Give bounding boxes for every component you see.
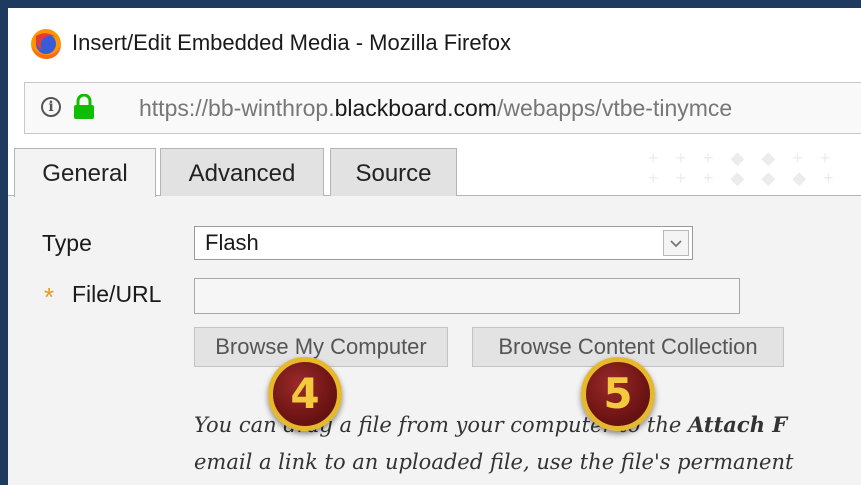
required-star-icon: *	[44, 282, 55, 312]
title-bar: Insert/Edit Embedded Media - Mozilla Fir…	[8, 8, 861, 76]
tab-source[interactable]: Source	[330, 148, 457, 196]
lock-icon[interactable]	[73, 94, 95, 120]
tab-strip: + + + ◆ ◆ + + + + + ◆ ◆ ◆ + General Advan…	[8, 138, 861, 197]
tab-general[interactable]: General	[14, 148, 156, 197]
window-title: Insert/Edit Embedded Media - Mozilla Fir…	[72, 30, 511, 55]
help-line-2: email a link to an uploaded file, use th…	[194, 450, 794, 474]
browser-window: Insert/Edit Embedded Media - Mozilla Fir…	[8, 8, 861, 485]
url-domain: blackboard.com	[334, 95, 497, 121]
tab-advanced[interactable]: Advanced	[160, 148, 324, 196]
file-url-label: File/URL	[72, 281, 162, 307]
type-label: Type	[42, 230, 92, 256]
firefox-logo-icon	[31, 29, 61, 59]
type-select-value: Flash	[205, 230, 259, 255]
address-bar[interactable]: i https://bb-winthrop.blackboard.com/web…	[24, 82, 861, 134]
chevron-down-icon[interactable]	[663, 230, 689, 256]
attach-link-text: Attach F	[687, 412, 788, 437]
step-5-callout: 5	[581, 357, 655, 431]
step-4-callout: 4	[268, 357, 342, 431]
type-select[interactable]: Flash	[194, 226, 693, 260]
info-icon[interactable]: i	[41, 97, 61, 117]
decorative-pattern: + + + ◆ ◆ + + + + + ◆ ◆ ◆ +	[648, 148, 840, 188]
file-url-input[interactable]	[194, 278, 740, 314]
url-text[interactable]: https://bb-winthrop.blackboard.com/webap…	[139, 95, 732, 122]
url-prefix: https://bb-winthrop.	[139, 95, 335, 121]
url-path: /webapps/vtbe-tinymce	[496, 95, 733, 121]
media-dialog: + + + ◆ ◆ + + + + + ◆ ◆ ◆ + General Advan…	[8, 138, 861, 485]
